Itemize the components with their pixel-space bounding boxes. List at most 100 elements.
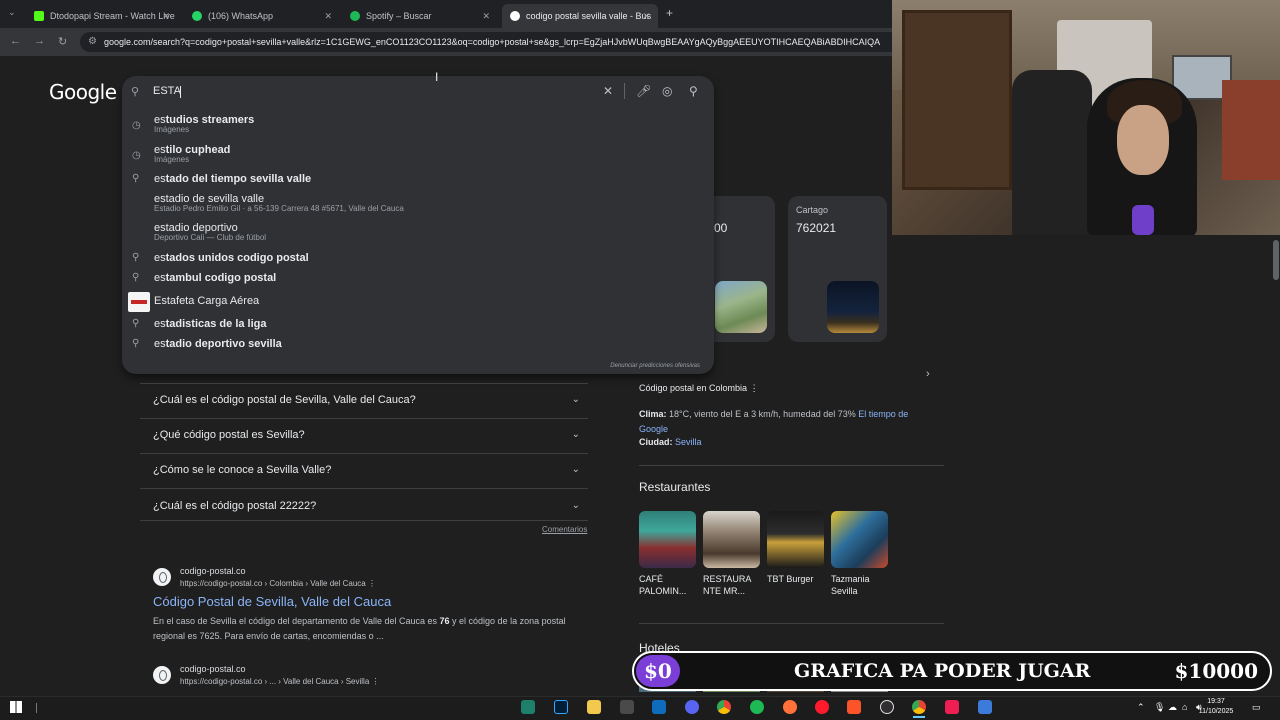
tiktok-icon[interactable] [945,700,959,714]
network-icon[interactable]: ⌂ [1182,702,1187,712]
forward-icon[interactable]: → [34,35,45,47]
carousel-next-icon[interactable]: › [926,368,930,380]
tab-whatsapp[interactable]: (106) WhatsApp ✕ [184,4,340,28]
scrollbar[interactable] [1272,235,1280,696]
cloud-icon[interactable]: ☁ [1168,702,1177,713]
outlook-icon[interactable] [652,700,666,714]
microphone-icon[interactable]: 🎤︎ [636,84,651,98]
firefox-icon[interactable] [783,700,797,714]
feedback-link[interactable]: Comentarios [542,525,587,534]
clear-icon[interactable]: ✕ [603,84,613,98]
opera-icon[interactable] [815,700,829,714]
obs-icon[interactable] [880,700,894,714]
close-icon[interactable]: ✕ [324,11,332,22]
suggestion-item[interactable]: ◷ estilo cuphead Imágenes [122,144,714,170]
kick-icon [34,11,44,21]
faq-question: ¿Cuál es el código postal de Sevilla, Va… [153,394,416,406]
suggestion-item[interactable]: ⚲ estados unidos codigo postal [122,252,714,268]
result-site-name: codigo-postal.co [180,664,246,674]
city-thumbnail [715,281,767,333]
suggestion-item[interactable]: ◷ estudios streamers Imágenes [122,114,714,140]
camera-lens-icon[interactable]: ◎ [662,84,672,98]
faq-item[interactable]: ¿Cuál es el código postal 22222? ⌄ [153,500,588,512]
tab-google-search[interactable]: codigo postal sevilla valle - Bus ✕ [502,4,658,28]
restaurant-image[interactable] [767,511,824,568]
restaurant-name[interactable]: RESTAURA NTE MR... [703,573,757,597]
result-url: https://codigo-postal.co › ... › Valle d… [180,677,370,686]
photoshop-icon[interactable] [554,700,568,714]
suggestion-item[interactable]: estadio deportivo Deportivo Cali — Club … [122,222,714,248]
back-icon[interactable]: ← [10,35,21,47]
restaurant-name[interactable]: TBT Burger [767,573,827,585]
clock-date: 11/10/2025 [1198,708,1234,715]
result-title-link[interactable]: Código Postal de Sevilla, Valle del Cauc… [153,594,391,609]
more-options-icon[interactable]: ⋮ [368,579,376,588]
faq-item[interactable]: ¿Cuál es el código postal de Sevilla, Va… [153,394,588,406]
chevron-up-icon[interactable]: ⌃ [1137,702,1145,713]
tab-spotify[interactable]: Spotify – Buscar ✕ [342,4,498,28]
windows-start-icon[interactable] [10,701,22,713]
faq-item[interactable]: ¿Cómo se le conoce a Sevilla Valle? ⌄ [153,464,588,476]
new-tab-button[interactable]: + [666,6,673,20]
app-icon[interactable] [521,700,535,714]
restaurant-name[interactable]: Tazmania Sevilla [831,573,881,597]
site-info-icon[interactable]: ⚙ [88,32,97,52]
chrome-active-icon[interactable] [912,700,926,714]
spotify-icon[interactable] [750,700,764,714]
tab-kick[interactable]: Dtodopapi Stream - Watch Live ✕ [26,4,178,28]
more-options-icon[interactable]: ⋮ [750,383,759,393]
suggestion-item[interactable]: Estafeta Carga Aérea [122,295,714,311]
suggestion-completion: tado del tiempo sevilla valle [165,173,312,185]
close-icon[interactable]: ✕ [162,11,170,22]
file-explorer-icon[interactable] [587,700,601,714]
editor-icon[interactable] [978,700,992,714]
faq-question: ¿Cómo se le conoce a Sevilla Valle? [153,464,332,476]
restaurant-image[interactable] [703,511,760,568]
suggestion-item[interactable]: ⚲ estambul codigo postal [122,272,714,288]
suggestion-item[interactable]: estadio de sevilla valle Estadio Pedro E… [122,193,714,219]
search-icon: ⚲ [132,318,140,329]
report-predictions-link[interactable]: Denunciar predicciones ofensivas [560,363,700,369]
ciudad-row: Ciudad: Sevilla [639,437,702,447]
chevron-down-icon: ⌄ [571,464,580,475]
divider [639,465,944,466]
restaurant-name[interactable]: CAFÉ PALOMIN... [639,573,699,597]
address-bar[interactable]: ⚙ google.com/search?q=codigo+postal+sevi… [80,32,892,52]
microphone-icon[interactable]: 🎙︎ [1154,702,1165,713]
more-options-icon[interactable]: ⋮ [372,677,380,686]
suggestion-text: estambul codigo postal [154,272,276,284]
result-breadcrumb[interactable]: https://codigo-postal.co › Colombia › Va… [180,579,376,588]
restaurant-image[interactable] [831,511,888,568]
system-clock[interactable]: 19:37 11/10/2025 [1196,697,1236,717]
google-logo[interactable]: Google [49,80,117,104]
scrollbar-thumb[interactable] [1273,240,1279,280]
discord-icon[interactable] [685,700,699,714]
goal-target: $10000 [1174,659,1259,683]
brave-icon[interactable] [847,700,861,714]
calculator-icon[interactable] [620,700,634,714]
close-icon[interactable]: ✕ [642,11,650,22]
faq-item[interactable]: ¿Qué código postal es Sevilla? ⌄ [153,429,588,441]
close-icon[interactable]: ✕ [482,11,490,22]
suggestion-text: Estafeta Carga Aérea [154,295,260,307]
suggestion-item[interactable]: ⚲ estado del tiempo sevilla valle [122,173,714,189]
toolbar: ← → ↻ ⚙ google.com/search?q=codigo+posta… [0,28,892,56]
goal-current: $0 [644,659,672,683]
suggestion-item[interactable]: ⚲ estadisticas de la liga [122,318,714,334]
result-breadcrumb[interactable]: https://codigo-postal.co › ... › Valle d… [180,677,380,686]
chrome-icon[interactable] [717,700,731,714]
search-submit-icon[interactable]: ⚲ [689,84,698,98]
reload-icon[interactable]: ↻ [58,35,67,48]
notifications-icon[interactable]: ▭ [1252,702,1261,713]
suggestion-text: estado del tiempo sevilla valle [154,173,311,185]
history-icon: ◷ [132,150,141,161]
tab-search-menu-icon[interactable]: ⌄ [8,7,16,18]
restaurant-image[interactable] [639,511,696,568]
suggestion-item[interactable]: ⚲ estadio deportivo sevilla [122,338,714,354]
city-link[interactable]: Sevilla [675,437,702,447]
chevron-down-icon: ⌄ [571,500,580,511]
restaurants-heading[interactable]: Restaurantes [639,480,710,494]
search-input[interactable]: ESTA [153,85,181,97]
cartago-value: 762021 [796,221,837,235]
suggestion-completion: tados unidos codigo postal [165,252,309,264]
